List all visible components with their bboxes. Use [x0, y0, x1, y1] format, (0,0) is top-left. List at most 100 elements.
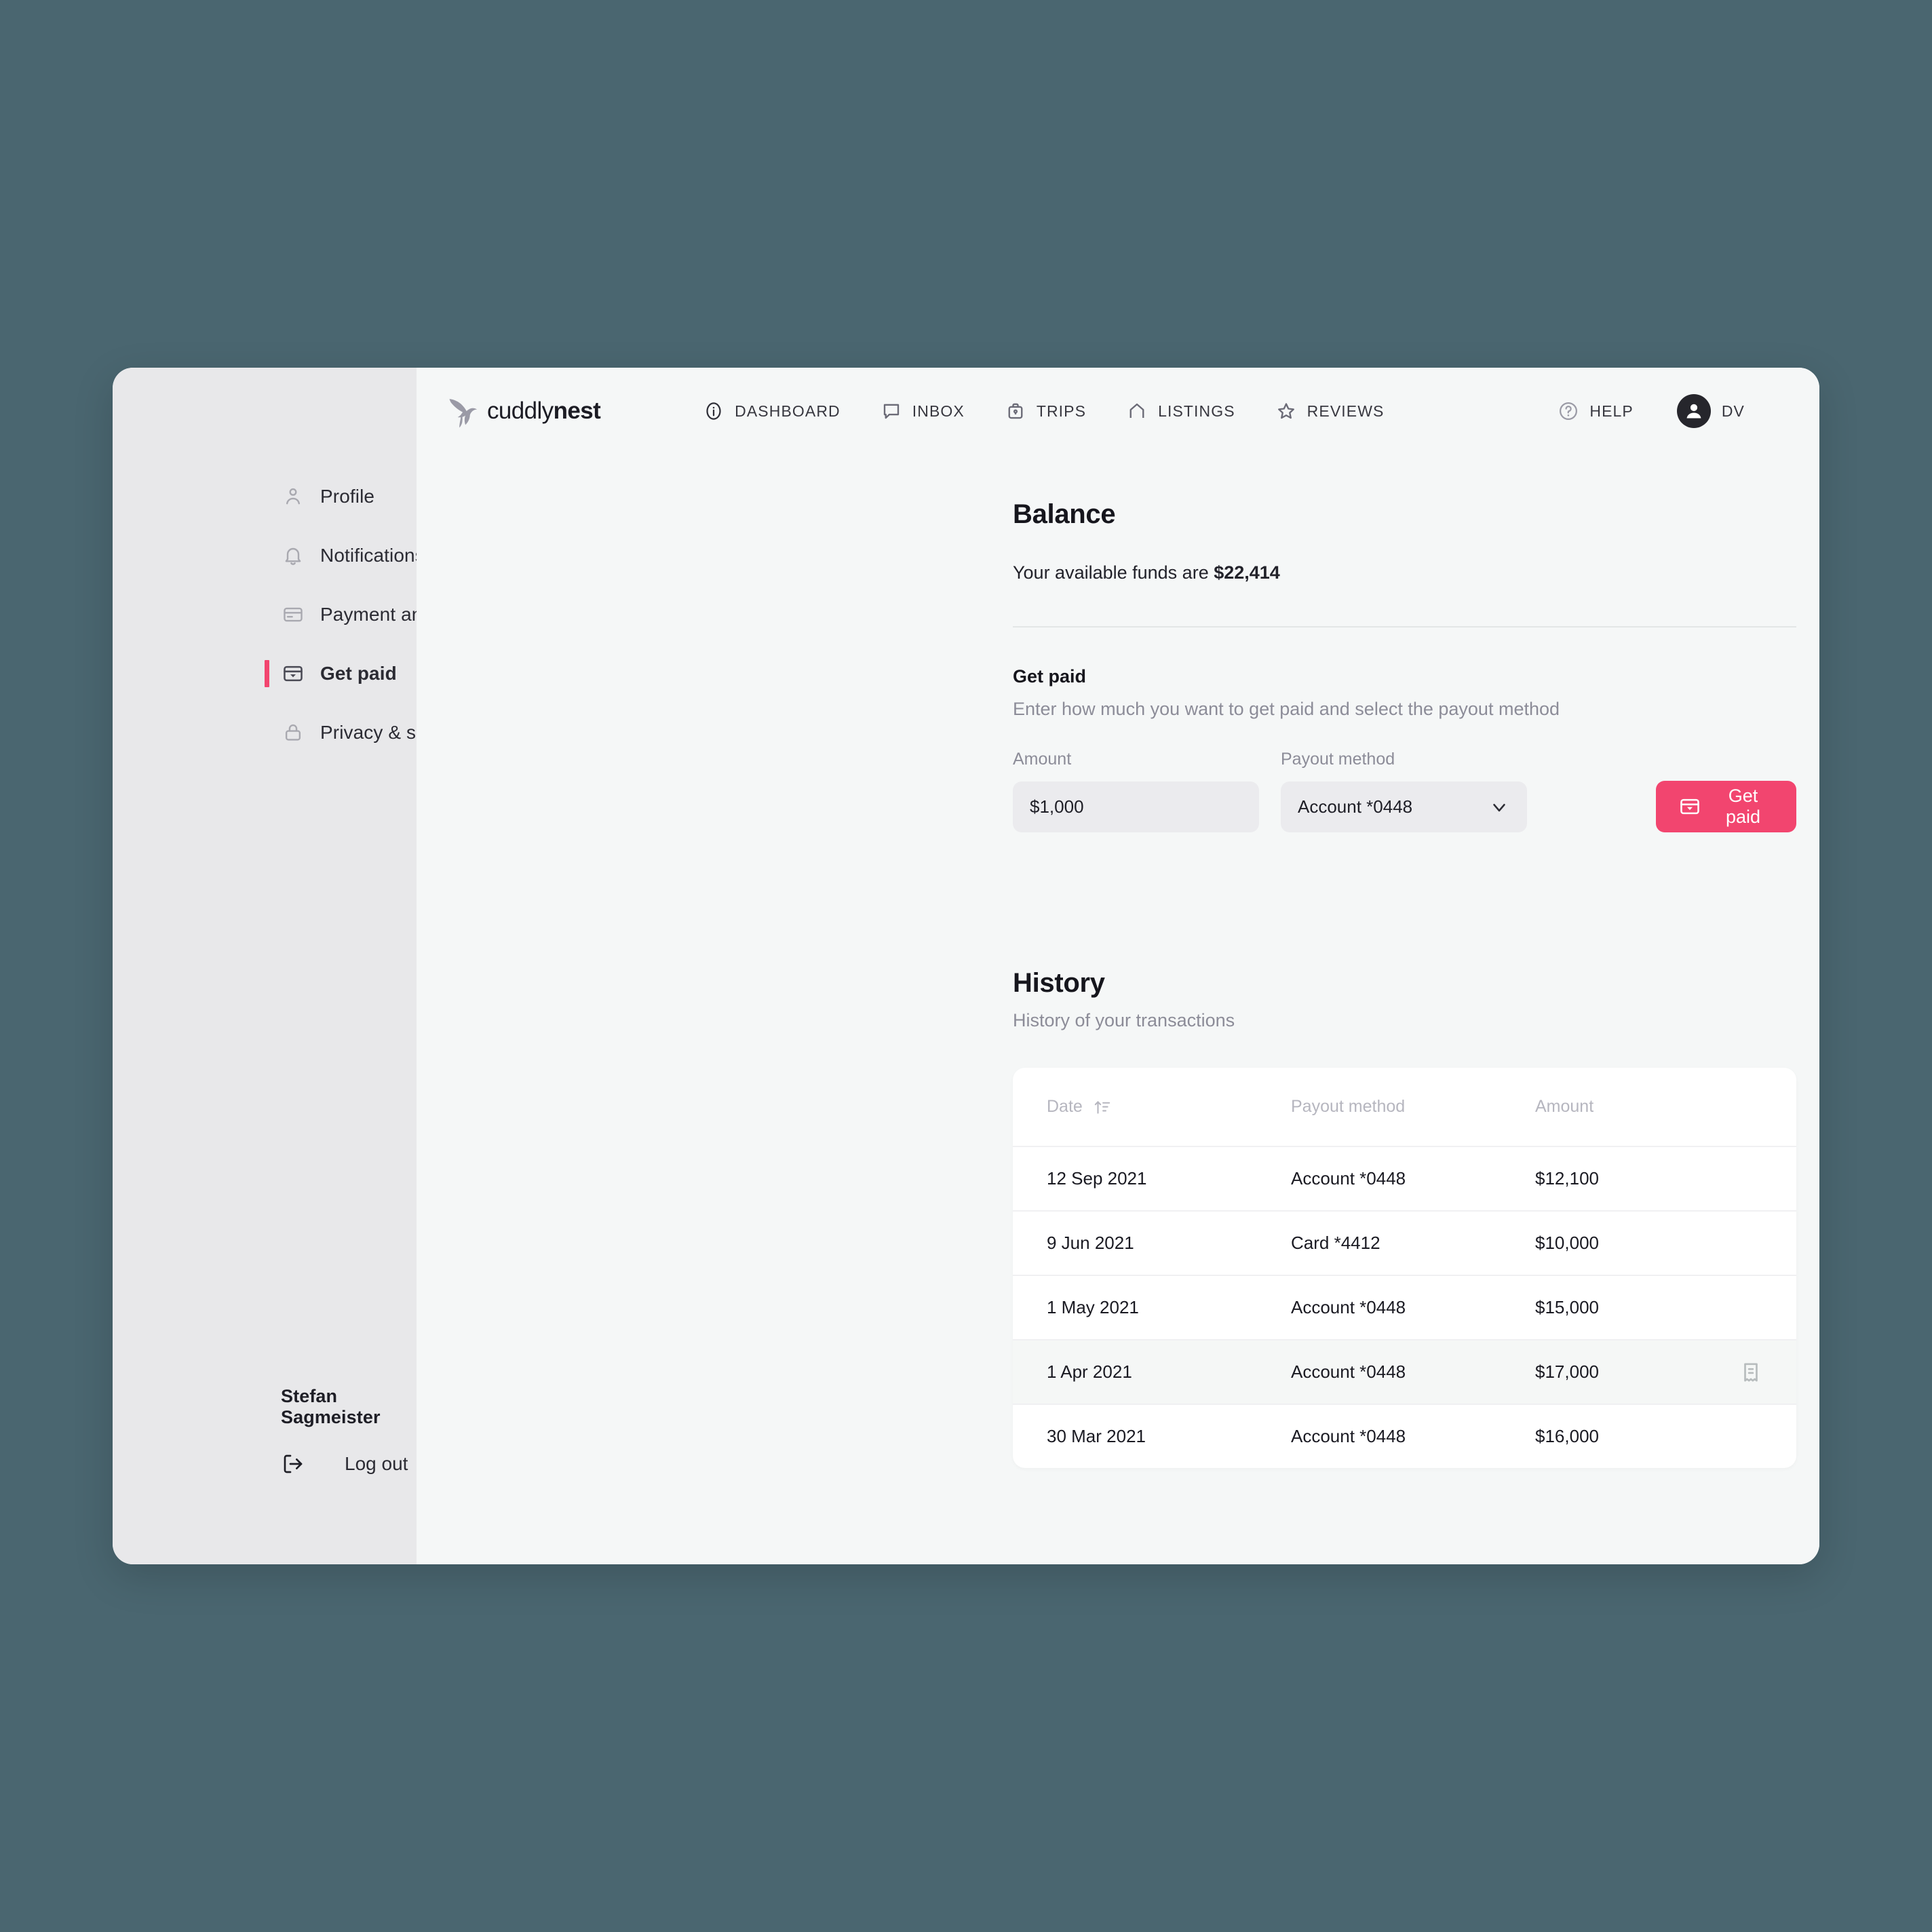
- cell-amount: $17,000: [1535, 1361, 1599, 1382]
- cell-amount: $15,000: [1535, 1297, 1599, 1317]
- table-row[interactable]: 9 Jun 2021 Card *4412 $10,000: [1013, 1210, 1796, 1275]
- sidebar-item-label: Get paid: [320, 663, 397, 684]
- amount-input[interactable]: [1013, 781, 1259, 832]
- table-row[interactable]: 12 Sep 2021 Account *0448 $12,100: [1013, 1146, 1796, 1210]
- nav-item-label: LISTINGS: [1158, 402, 1235, 420]
- credit-card-icon: [281, 602, 305, 627]
- cell-date: 12 Sep 2021: [1047, 1168, 1147, 1189]
- person-icon: [281, 484, 305, 509]
- nav-item-label: DASHBOARD: [735, 402, 841, 420]
- table-header-row: Date Payout method Amount: [1013, 1068, 1796, 1146]
- available-funds-amount: $22,414: [1214, 562, 1280, 583]
- sign-out-icon: [281, 1452, 305, 1476]
- top-navbar: cuddlynest DASHBOARD INBOX TRIPS LISTINGS RE…: [417, 368, 1819, 455]
- nav-right-group: HELP DV: [1558, 394, 1745, 428]
- cell-method: Account *0448: [1291, 1297, 1406, 1317]
- sidebar-nav: Profile Notifications Payment and payout Ge…: [113, 368, 496, 775]
- sidebar-item-label: Profile: [320, 486, 375, 507]
- get-paid-button-label: Get paid: [1725, 786, 1761, 827]
- star-icon: [1276, 401, 1296, 421]
- cell-date: 1 May 2021: [1047, 1297, 1139, 1317]
- payout-method-value: Account *0448: [1297, 796, 1413, 817]
- cell-method: Account *0448: [1291, 1361, 1406, 1382]
- user-menu-button[interactable]: DV: [1676, 394, 1745, 428]
- payout-method-select[interactable]: Account *0448: [1280, 781, 1527, 832]
- sidebar-item-privacy-security[interactable]: Privacy & security: [113, 716, 472, 749]
- sidebar-item-profile[interactable]: Profile: [113, 480, 417, 513]
- get-paid-form: Amount Payout method Account *0448: [1013, 750, 1796, 832]
- nav-item-reviews[interactable]: REVIEWS: [1276, 401, 1385, 421]
- avatar-initials: DV: [1721, 402, 1745, 420]
- cell-method: Account *0448: [1291, 1168, 1406, 1189]
- nav-item-label: REVIEWS: [1307, 402, 1385, 420]
- history-section: History History of your transactions Dat…: [1013, 968, 1796, 1468]
- table-row[interactable]: 1 May 2021 Account *0448 $15,000: [1013, 1275, 1796, 1339]
- available-funds-line: Your available funds are $22,414: [1013, 562, 1796, 583]
- nav-item-listings[interactable]: LISTINGS: [1127, 401, 1235, 421]
- history-title: History: [1013, 968, 1105, 998]
- cell-amount: $16,000: [1535, 1426, 1599, 1446]
- payout-method-field-group: Payout method Account *0448: [1280, 750, 1527, 832]
- logout-button[interactable]: Log out: [281, 1452, 417, 1476]
- question-circle-icon: [1558, 401, 1579, 421]
- lock-icon: [281, 720, 305, 745]
- logout-label: Log out: [345, 1453, 408, 1474]
- main-area: cuddlynest DASHBOARD INBOX TRIPS LISTINGS RE…: [417, 368, 1819, 1564]
- brand-logo[interactable]: cuddlynest: [445, 393, 601, 429]
- nav-item-dashboard[interactable]: DASHBOARD: [703, 401, 841, 421]
- nav-item-inbox[interactable]: INBOX: [881, 401, 965, 421]
- cell-amount: $12,100: [1535, 1168, 1599, 1189]
- card-payout-icon: [1679, 796, 1701, 817]
- sidebar-user-name: Stefan Sagmeister: [281, 1386, 381, 1427]
- sidebar-item-get-paid[interactable]: Get paid: [113, 657, 417, 690]
- amount-field-group: Amount: [1013, 750, 1259, 832]
- sort-ascending-icon[interactable]: [1094, 1098, 1111, 1116]
- column-header-date-label: Date: [1047, 1097, 1083, 1116]
- card-payout-icon: [281, 661, 305, 686]
- table-body: 12 Sep 2021 Account *0448 $12,100 9 Jun 202…: [1013, 1146, 1796, 1468]
- cell-date: 30 Mar 2021: [1047, 1426, 1146, 1446]
- bell-icon: [281, 543, 305, 568]
- column-header-amount[interactable]: Amount: [1535, 1097, 1762, 1117]
- cell-method: Account *0448: [1291, 1426, 1406, 1446]
- nav-item-trips[interactable]: TRIPS: [1005, 401, 1086, 421]
- get-paid-heading: Get paid: [1013, 666, 1087, 687]
- transactions-table: Date Payout method Amount 12 Sep 2021 Ac…: [1013, 1068, 1796, 1468]
- user-avatar-icon: [1676, 394, 1711, 428]
- cell-method: Card *4412: [1291, 1233, 1380, 1253]
- app-window: Profile Notifications Payment and payout Ge…: [113, 368, 1819, 1564]
- nav-item-label: INBOX: [912, 402, 965, 420]
- house-icon: [1127, 401, 1147, 421]
- column-header-method[interactable]: Payout method: [1291, 1097, 1535, 1117]
- receipt-icon[interactable]: [1739, 1361, 1762, 1384]
- sidebar-item-payment-and-payout[interactable]: Payment and payout: [113, 598, 496, 631]
- sidebar-item-label: Notifications: [320, 545, 425, 566]
- amount-label: Amount: [1013, 750, 1072, 769]
- settings-sidebar: Profile Notifications Payment and payout Ge…: [113, 368, 496, 1564]
- suitcase-icon: [1005, 401, 1026, 421]
- table-row[interactable]: 30 Mar 2021 Account *0448 $16,000: [1013, 1404, 1796, 1468]
- chat-bubble-icon: [881, 401, 902, 421]
- sidebar-item-notifications[interactable]: Notifications: [113, 539, 425, 572]
- cell-date: 9 Jun 2021: [1047, 1233, 1134, 1253]
- payout-method-select-wrap: Account *0448: [1280, 781, 1527, 832]
- get-paid-subheading: Enter how much you want to get paid and …: [1013, 699, 1560, 719]
- table-row[interactable]: 1 Apr 2021 Account *0448 $17,000: [1013, 1339, 1796, 1404]
- active-indicator: [265, 660, 269, 687]
- primary-nav: DASHBOARD INBOX TRIPS LISTINGS REVIEWS: [703, 401, 1384, 421]
- info-circle-icon: [703, 401, 724, 421]
- payout-method-label: Payout method: [1280, 750, 1395, 769]
- history-subtitle: History of your transactions: [1013, 1010, 1235, 1030]
- get-paid-button[interactable]: Get paid: [1655, 781, 1796, 832]
- balance-title: Balance: [1013, 499, 1116, 529]
- brand-name: cuddlynest: [487, 398, 601, 424]
- cell-amount: $10,000: [1535, 1233, 1599, 1253]
- cell-date: 1 Apr 2021: [1047, 1361, 1132, 1382]
- section-divider: [1013, 626, 1796, 627]
- hummingbird-icon: [445, 393, 480, 429]
- help-button[interactable]: HELP: [1558, 401, 1633, 421]
- available-funds-prefix: Your available funds are: [1013, 562, 1214, 583]
- column-header-date[interactable]: Date: [1047, 1097, 1291, 1117]
- help-label: HELP: [1589, 402, 1634, 420]
- nav-item-label: TRIPS: [1036, 402, 1087, 420]
